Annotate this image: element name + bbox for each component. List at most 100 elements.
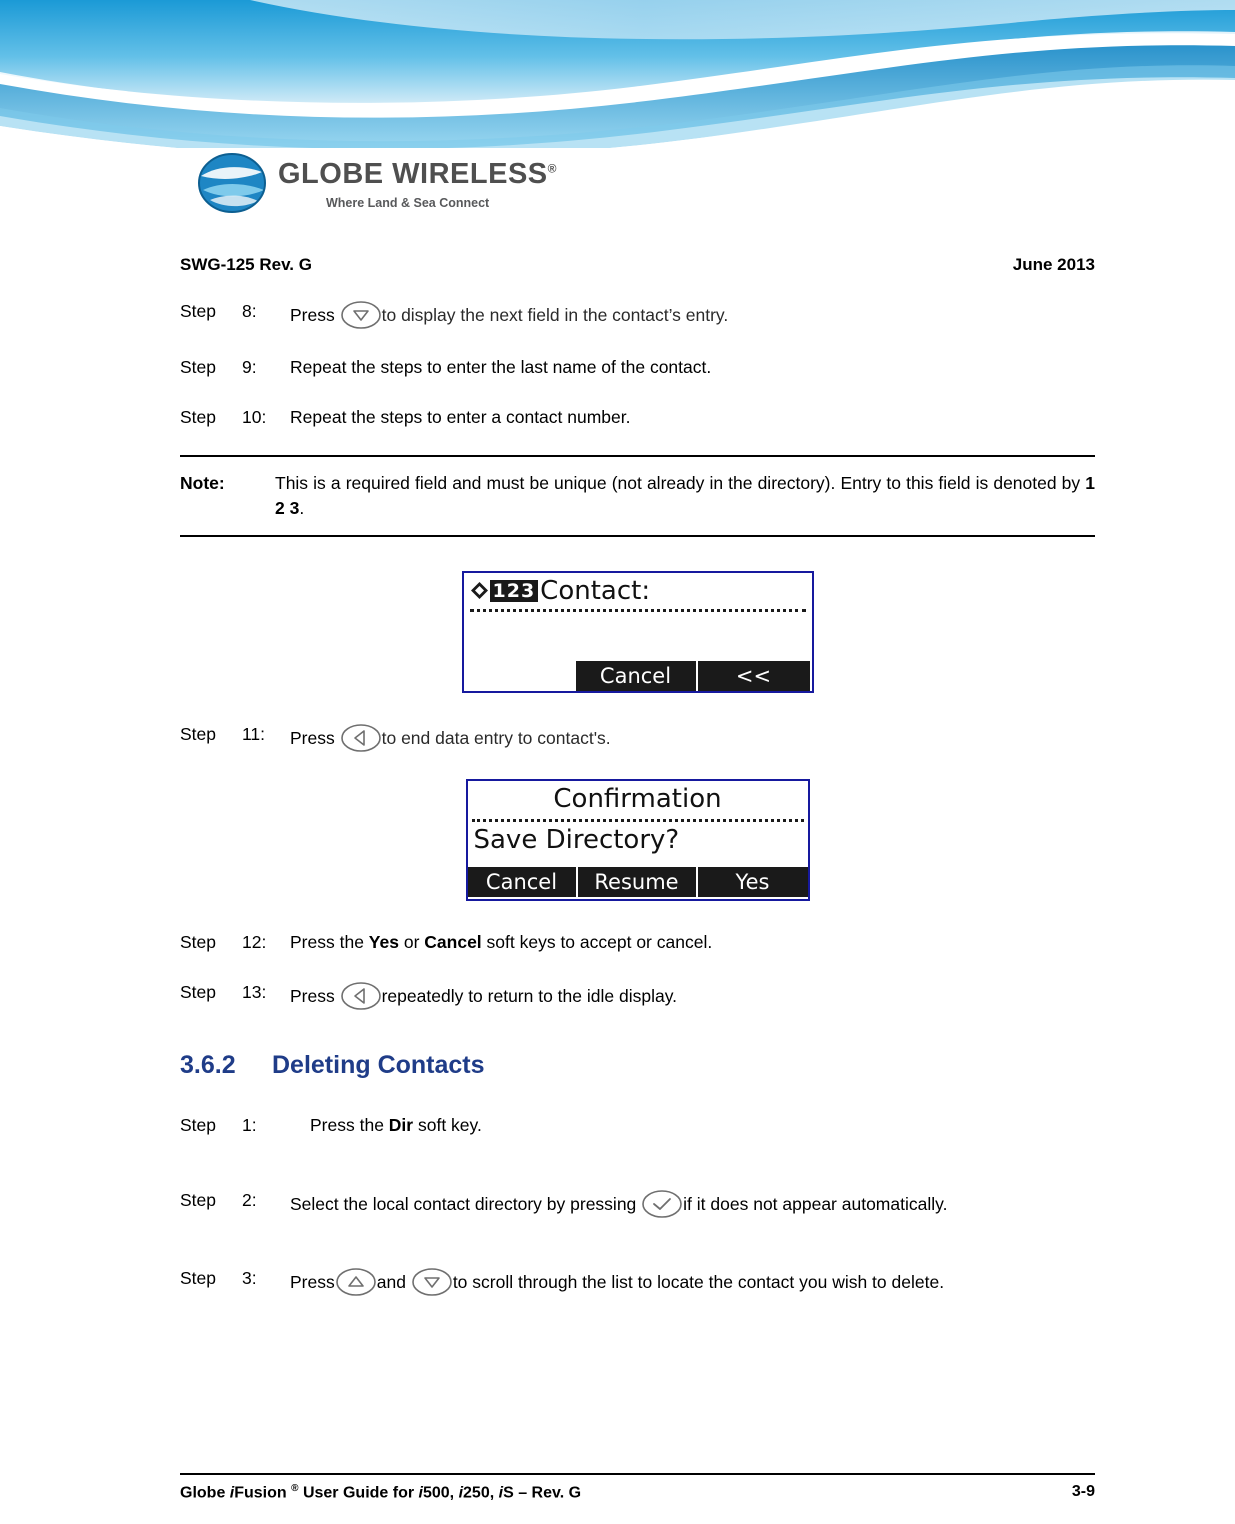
step-text: Press the Yes or Cancel soft keys to acc…: [290, 931, 1095, 955]
step-number: 1:: [242, 1114, 257, 1135]
step-row: Step 8: Press to display the next field …: [180, 300, 1095, 330]
footer-registered-mark: ®: [291, 1482, 299, 1494]
left-arrow-key-icon: [340, 723, 382, 753]
step-press-word: Press: [290, 985, 335, 1006]
step-row: Step 1: Press the Dir soft key.: [180, 1114, 1095, 1138]
down-arrow-key-icon: [411, 1267, 453, 1297]
lcd-softkey-back[interactable]: <<: [697, 660, 810, 691]
note-label: Note:: [180, 473, 225, 494]
footer-text-1: Globe: [180, 1484, 230, 1501]
step-text: Press to end data entry to contact's.: [290, 723, 1095, 753]
step-number: 11:: [242, 723, 266, 744]
step-text-body: repeatedly to return to the idle display…: [381, 985, 678, 1006]
footer-text-4: 500,: [422, 1484, 459, 1501]
lcd-divider: [471, 818, 804, 822]
step-text: Press to display the next field in the c…: [290, 300, 1095, 330]
note-body: This is a required field and must be uni…: [275, 471, 1095, 521]
globe-icon: [196, 152, 270, 214]
softkey-name-yes: Yes: [368, 931, 399, 952]
lcd-contact-screenshot: 123 Contact: Cancel <<: [461, 570, 814, 693]
page-footer: Globe iFusion ® User Guide for i500, i25…: [180, 1472, 1095, 1502]
note-text-b: .: [299, 498, 305, 519]
step-row: Step 11: Press to end data entry to cont…: [180, 723, 1095, 753]
step-row: Step 9: Repeat the steps to enter the la…: [180, 356, 1095, 380]
lcd-field-label: Contact:: [540, 575, 651, 606]
step-number: 8:: [242, 301, 257, 321]
lcd-dialog-question: Save Directory?: [473, 824, 680, 855]
step-word: Step: [180, 723, 216, 744]
section-title: Deleting Contacts: [272, 1050, 485, 1079]
step-text: Select the local contact directory by pr…: [290, 1189, 1095, 1219]
step-number: 9:: [242, 357, 257, 377]
step-text: Repeat the steps to enter the last name …: [290, 357, 712, 377]
step-text-a: Press: [290, 1272, 335, 1293]
step-text-c: soft keys to accept or cancel.: [481, 931, 713, 952]
step-row: Step 3: Press and to scroll through the …: [180, 1267, 1095, 1297]
logo-tagline: Where Land & Sea Connect: [326, 196, 490, 210]
check-key-icon: [641, 1189, 683, 1219]
step-word: Step: [180, 357, 216, 377]
footer-title: Globe iFusion ® User Guide for i500, i25…: [180, 1483, 581, 1502]
left-arrow-key-icon: [340, 981, 382, 1011]
step-text-b: if it does not appear automatically.: [683, 1194, 948, 1215]
step-text-b: and: [376, 1272, 406, 1293]
header-decoration: [0, 0, 1235, 148]
input-mode-indicator: 123: [489, 579, 539, 602]
up-arrow-key-icon: [335, 1267, 377, 1297]
logo-wordmark: GLOBE WIRELESS®: [278, 158, 557, 191]
running-head: SWG-125 Rev. G June 2013: [180, 255, 1095, 275]
lcd-softkey-yes[interactable]: Yes: [697, 866, 808, 897]
softkey-name-cancel: Cancel: [424, 931, 482, 952]
step-text: Repeat the steps to enter a contact numb…: [290, 406, 631, 427]
lcd-divider: [469, 608, 806, 612]
step-text-b: or: [398, 931, 425, 952]
step-number: 3:: [242, 1268, 257, 1289]
lcd-confirmation-screenshot-wrap: Confirmation Save Directory? Cancel Resu…: [180, 778, 1095, 901]
step-press-word: Press: [290, 727, 335, 748]
step-row: Step 13: Press repeatedly to return to t…: [180, 981, 1095, 1011]
page-number: 3-9: [1071, 1482, 1095, 1500]
company-logo: GLOBE WIRELESS® Where Land & Sea Connect: [196, 150, 556, 222]
lcd-softkey-cancel[interactable]: Cancel: [467, 866, 578, 897]
footer-text-2: Fusion: [234, 1484, 292, 1501]
logo-registered-mark: ®: [547, 161, 557, 176]
document-date: June 2013: [1012, 255, 1095, 274]
lcd-confirmation-screenshot: Confirmation Save Directory? Cancel Resu…: [465, 778, 810, 901]
step-text-a: Press the: [290, 931, 369, 952]
section-number: 3.6.2: [180, 1050, 236, 1079]
step-text-body: to end data entry to contact's.: [381, 727, 611, 748]
step-number: 13:: [242, 981, 267, 1002]
document-id: SWG-125 Rev. G: [180, 255, 312, 274]
step-text-c: to scroll through the list to locate the…: [452, 1272, 945, 1293]
note-text-a: This is a required field and must be uni…: [275, 473, 1086, 494]
step-word: Step: [180, 1114, 216, 1135]
lcd-softkey-resume[interactable]: Resume: [577, 866, 698, 897]
step-text-body: to display the next field in the contact…: [381, 305, 729, 325]
step-word: Step: [180, 931, 216, 952]
step-text: Press repeatedly to return to the idle d…: [290, 981, 1095, 1011]
step-word: Step: [180, 1268, 216, 1289]
step-word: Step: [180, 981, 216, 1002]
step-word: Step: [180, 1190, 216, 1211]
step-word: Step: [180, 406, 216, 427]
diamond-indicator-icon: [470, 581, 489, 600]
softkey-name-dir: Dir: [388, 1114, 414, 1135]
step-text: Press and to scroll through the list to …: [290, 1267, 1095, 1297]
step-number: 2:: [242, 1190, 257, 1211]
step-text: Press the Dir soft key.: [290, 1114, 1095, 1138]
lcd-softkey-bar: Cancel <<: [464, 660, 812, 691]
page-content: Step 8: Press to display the next field …: [180, 300, 1095, 1323]
step-row: Step 2: Select the local contact directo…: [180, 1189, 1095, 1219]
note-block: Note: This is a required field and must …: [180, 455, 1095, 537]
footer-text-3: User Guide for: [298, 1484, 419, 1501]
lcd-dialog-title: Confirmation: [553, 783, 722, 814]
section-heading: 3.6.2 Deleting Contacts: [180, 1051, 1095, 1080]
lcd-softkey-cancel[interactable]: Cancel: [575, 660, 698, 691]
step-text-b: soft key.: [413, 1114, 482, 1135]
step-text-a: Select the local contact directory by pr…: [290, 1194, 637, 1215]
lcd-softkey-bar: Cancel Resume Yes: [467, 866, 808, 897]
footer-text-6: S – Rev. G: [503, 1484, 582, 1501]
step-number: 10:: [242, 406, 267, 427]
down-arrow-key-icon: [340, 300, 382, 330]
logo-wordmark-text: GLOBE WIRELESS: [278, 158, 548, 190]
